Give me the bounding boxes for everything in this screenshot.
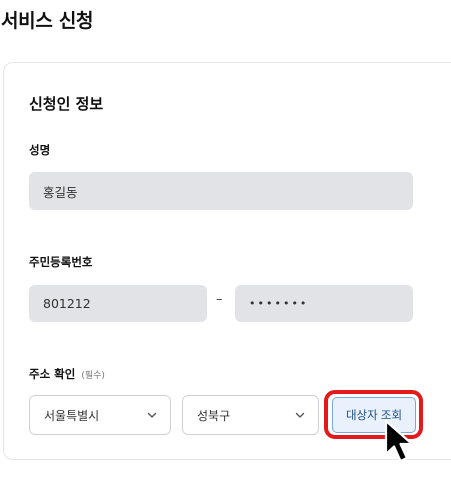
required-note: (필수) (81, 371, 105, 381)
name-value: 홍길동 (43, 184, 78, 200)
resident-number-front-value: 801212 (43, 296, 91, 311)
district-select-value: 성북구 (197, 408, 231, 423)
name-field: 홍길동 (29, 172, 413, 210)
resident-number-front-field: 801212 (29, 285, 207, 322)
resident-number-label: 주민등록번호 (29, 255, 93, 269)
resident-number-back-value: ••••••• (249, 297, 309, 310)
address-label: 주소 확인 (필수) (29, 366, 105, 382)
page-title: 서비스 신청 (1, 10, 94, 32)
resident-number-back-field: ••••••• (235, 285, 413, 322)
city-select[interactable]: 서울특별시 (29, 395, 171, 435)
resident-number-separator: – (216, 292, 223, 307)
district-select[interactable]: 성북구 (182, 395, 319, 435)
chevron-down-icon (147, 412, 157, 418)
city-select-value: 서울특별시 (44, 408, 100, 423)
chevron-down-icon (295, 412, 305, 418)
mouse-pointer-icon (384, 419, 414, 463)
section-title: 신청인 정보 (29, 95, 104, 113)
name-label: 성명 (29, 143, 51, 157)
address-label-text: 주소 확인 (29, 367, 76, 381)
